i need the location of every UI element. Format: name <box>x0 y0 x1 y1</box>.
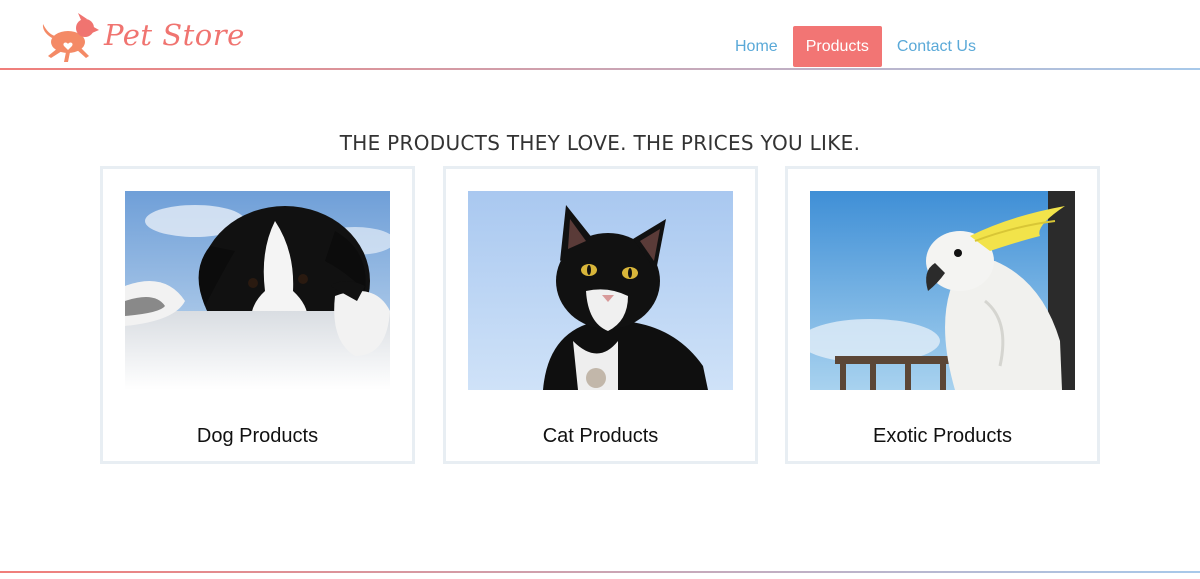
card-exotic-products[interactable]: Exotic Products <box>785 166 1100 464</box>
footer-divider <box>0 571 1200 573</box>
puppy-photo[interactable] <box>125 191 390 390</box>
card-label[interactable]: Cat Products <box>446 425 755 448</box>
logo[interactable]: Pet Store <box>40 12 245 64</box>
site-header: Pet Store Home Products Contact Us <box>0 0 1200 70</box>
header-divider <box>0 68 1200 70</box>
page-tagline: THE PRODUCTS THEY LOVE. THE PRICES YOU L… <box>339 131 861 155</box>
card-label[interactable]: Exotic Products <box>788 425 1097 448</box>
card-dog-products[interactable]: Dog Products <box>100 166 415 464</box>
nav-products[interactable]: Products <box>792 26 882 67</box>
brand-name: Pet Store <box>104 18 245 52</box>
card-cat-products[interactable]: Cat Products <box>443 166 758 464</box>
running-dog-icon <box>42 13 99 62</box>
nav-home[interactable]: Home <box>722 26 791 67</box>
main-nav: Home Products Contact Us <box>722 26 991 67</box>
cat-photo[interactable] <box>468 191 733 390</box>
card-label[interactable]: Dog Products <box>103 425 412 448</box>
cockatoo-photo[interactable] <box>810 191 1075 390</box>
nav-contact-us[interactable]: Contact Us <box>884 26 989 67</box>
